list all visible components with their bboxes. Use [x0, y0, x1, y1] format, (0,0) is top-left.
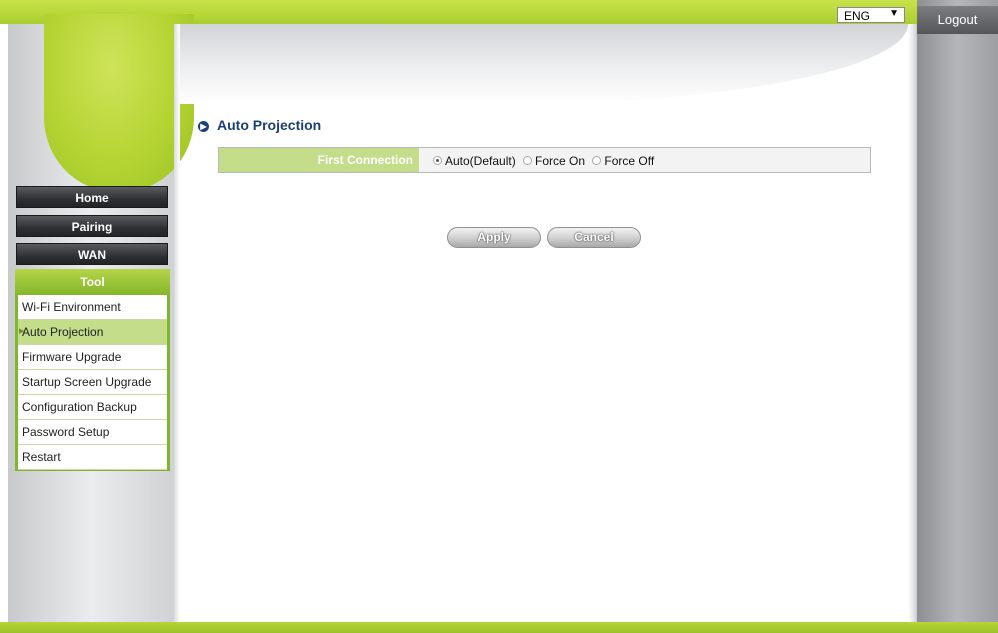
- nav-pairing[interactable]: Pairing: [16, 215, 168, 237]
- language-select[interactable]: ENG ▼: [837, 7, 905, 23]
- radio-auto-default[interactable]: [433, 156, 442, 166]
- right-panel: [917, 0, 998, 622]
- brand-logo: [44, 14, 194, 192]
- nav-wan[interactable]: WAN: [16, 243, 168, 265]
- header-swoosh: [180, 24, 908, 104]
- tool-item-password-setup[interactable]: Password Setup: [18, 420, 167, 445]
- radio-force-off[interactable]: [592, 156, 602, 166]
- apply-button[interactable]: Apply: [447, 227, 541, 248]
- tool-item-startup-screen-upgrade[interactable]: Startup Screen Upgrade: [18, 370, 167, 395]
- first-connection-options: Auto(Default) Force On Force Off: [429, 148, 654, 172]
- bottom-bar: [0, 622, 998, 633]
- option-label-auto-default[interactable]: Auto(Default): [445, 154, 516, 168]
- page-title: ▶ Auto Projection: [198, 117, 321, 133]
- left-separator: [174, 24, 180, 622]
- chevron-down-icon: ▼: [889, 8, 899, 19]
- tool-item-label: Password Setup: [22, 425, 110, 439]
- tool-item-label: Auto Projection: [22, 325, 104, 339]
- circle-arrow-icon: ▶: [198, 120, 209, 132]
- first-connection-row: First Connection Auto(Default) Force On …: [218, 147, 871, 173]
- cancel-button[interactable]: Cancel: [547, 227, 641, 248]
- first-connection-label: First Connection: [219, 148, 419, 172]
- tool-menu: Tool Wi-Fi Environment ▶ Auto Projection…: [15, 269, 170, 471]
- tool-item-label: Firmware Upgrade: [22, 350, 122, 364]
- right-separator: [908, 24, 917, 622]
- tool-item-label: Wi-Fi Environment: [22, 300, 121, 314]
- nav-home[interactable]: Home: [16, 186, 168, 208]
- tool-item-wifi-environment[interactable]: Wi-Fi Environment: [18, 295, 167, 320]
- logout-button[interactable]: Logout: [917, 6, 998, 34]
- option-label-force-on[interactable]: Force On: [535, 154, 585, 168]
- tool-item-label: Restart: [22, 450, 61, 464]
- tool-item-auto-projection[interactable]: ▶ Auto Projection: [18, 320, 167, 345]
- active-arrow-icon: ▶: [19, 328, 25, 335]
- tool-item-label: Startup Screen Upgrade: [22, 375, 152, 389]
- tool-item-label: Configuration Backup: [22, 400, 137, 414]
- option-label-force-off[interactable]: Force Off: [604, 154, 654, 168]
- language-value: ENG: [844, 9, 871, 23]
- tool-item-firmware-upgrade[interactable]: Firmware Upgrade: [18, 345, 167, 370]
- nav-tool[interactable]: Tool: [15, 269, 170, 295]
- page-title-text: Auto Projection: [217, 117, 322, 133]
- tool-item-configuration-backup[interactable]: Configuration Backup: [18, 395, 167, 420]
- radio-force-on[interactable]: [523, 156, 533, 166]
- tool-item-restart[interactable]: Restart: [18, 445, 167, 470]
